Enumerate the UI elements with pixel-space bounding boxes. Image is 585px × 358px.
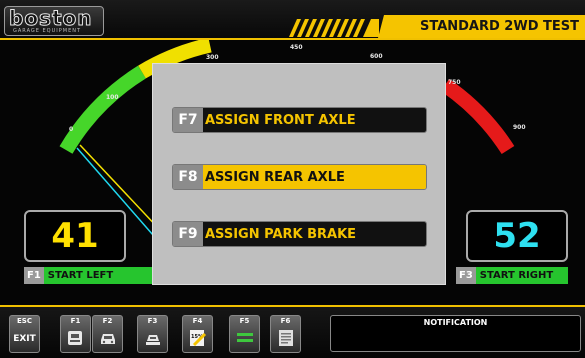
gauge-label-450: 450 <box>290 44 303 51</box>
edit-percent-icon: 15% <box>190 330 207 347</box>
test-title-text: STANDARD 2WD TEST <box>419 19 579 34</box>
boston-logo: boston GARAGE EQUIPMENT <box>4 6 104 36</box>
assign-rear-axle-button[interactable]: F8 ASSIGN REAR AXLE <box>172 164 427 190</box>
f2-button[interactable]: F2 <box>92 315 123 353</box>
logo-wordmark: boston <box>9 6 93 31</box>
f9-key: F9 <box>173 222 203 246</box>
toggle-bars-icon <box>237 333 253 342</box>
left-value-text: 41 <box>51 216 99 256</box>
start-left-key: F1 <box>24 267 44 284</box>
f1-key-label: F1 <box>70 317 81 325</box>
f8-key: F8 <box>173 165 203 189</box>
f5-button[interactable]: F5 <box>229 315 260 353</box>
gauge-label-100: 100 <box>106 94 119 101</box>
exit-icon: EXIT <box>13 334 36 344</box>
f4-key-label: F4 <box>192 317 203 325</box>
left-brake-value: 41 <box>24 210 126 262</box>
gauge-green-arc <box>59 65 147 154</box>
right-brake-value: 52 <box>466 210 568 262</box>
start-left-button[interactable]: F1 START LEFT <box>24 267 152 284</box>
f6-key-label: F6 <box>280 317 291 325</box>
axle-assign-dialog: F7 ASSIGN FRONT AXLE F8 ASSIGN REAR AXLE… <box>152 63 446 285</box>
assign-park-brake-button[interactable]: F9 ASSIGN PARK BRAKE <box>172 221 427 247</box>
gauge-label-900: 900 <box>513 124 526 131</box>
right-value-text: 52 <box>493 216 541 256</box>
esc-key-label: ESC <box>17 317 32 325</box>
car-front-icon <box>101 334 115 344</box>
assign-front-axle-button[interactable]: F7 ASSIGN FRONT AXLE <box>172 107 427 133</box>
start-right-key: F3 <box>456 267 476 284</box>
car-side-icon <box>68 331 82 345</box>
document-icon <box>279 330 293 346</box>
f1-button[interactable]: F1 <box>60 315 91 353</box>
assign-front-axle-label: ASSIGN FRONT AXLE <box>203 108 426 132</box>
f7-key: F7 <box>173 108 203 132</box>
logo-subtitle: GARAGE EQUIPMENT <box>13 28 82 34</box>
car-lift-icon <box>146 335 160 345</box>
gauge-label-600: 600 <box>370 53 383 60</box>
hazard-stripes <box>289 19 379 37</box>
gauge-label-300: 300 <box>206 54 219 61</box>
assign-park-brake-label: ASSIGN PARK BRAKE <box>203 222 426 246</box>
start-right-button[interactable]: F3 START RIGHT <box>456 267 568 284</box>
notification-title: NOTIFICATION <box>423 318 488 327</box>
f3-button[interactable]: F3 <box>137 315 168 353</box>
assign-rear-axle-label: ASSIGN REAR AXLE <box>203 165 426 189</box>
f6-button[interactable]: F6 <box>270 315 301 353</box>
f5-key-label: F5 <box>239 317 250 325</box>
gauge-red-arc <box>440 78 515 155</box>
exit-button[interactable]: ESC EXIT <box>9 315 40 353</box>
notification-panel: NOTIFICATION <box>330 315 581 352</box>
start-left-label: START LEFT <box>43 267 152 284</box>
gauge-label-0: 0 <box>69 126 73 133</box>
f3-key-label: F3 <box>147 317 158 325</box>
gauge-label-750: 750 <box>448 79 461 86</box>
start-right-label: START RIGHT <box>475 267 568 284</box>
test-title: STANDARD 2WD TEST <box>378 15 585 38</box>
f4-button[interactable]: F4 15% <box>182 315 213 353</box>
f2-key-label: F2 <box>102 317 113 325</box>
